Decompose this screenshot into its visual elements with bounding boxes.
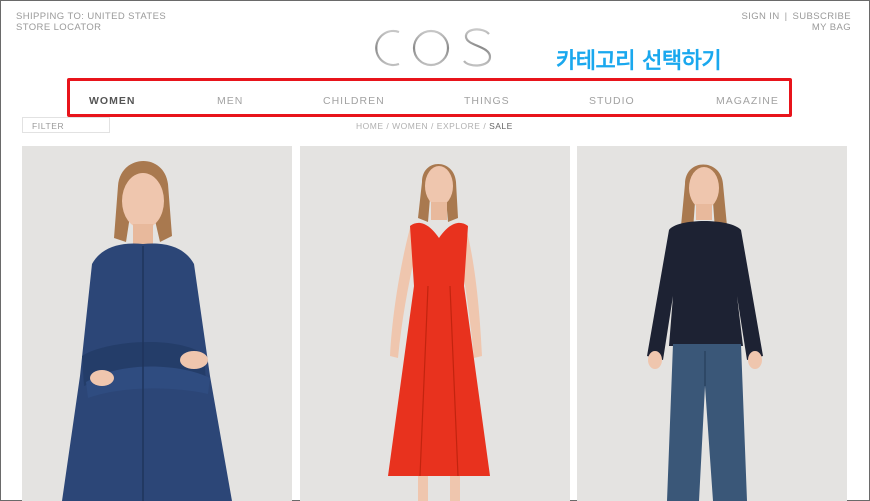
nav-item-studio[interactable]: STUDIO: [589, 95, 635, 107]
header-right: SIGN IN | SUBSCRIBE MY BAG: [741, 11, 851, 33]
breadcrumb: HOME / WOMEN / EXPLORE / SALE: [356, 121, 513, 131]
breadcrumb-explore[interactable]: EXPLORE: [437, 121, 481, 131]
nav-item-children[interactable]: CHILDREN: [323, 95, 385, 107]
filter-button[interactable]: FILTER: [22, 117, 110, 133]
product-card[interactable]: [300, 146, 570, 501]
cos-logo[interactable]: [365, 24, 495, 72]
breadcrumb-sale: SALE: [489, 121, 513, 131]
subscribe-link[interactable]: SUBSCRIBE: [792, 11, 851, 22]
shipping-link[interactable]: SHIPPING TO: UNITED STATES: [16, 11, 166, 22]
store-locator-link[interactable]: STORE LOCATOR: [16, 22, 166, 33]
header-separator: |: [784, 11, 788, 22]
breadcrumb-separator: /: [483, 121, 487, 131]
red-sleeveless-dress-model-image: [388, 164, 490, 501]
sign-in-link[interactable]: SIGN IN: [741, 11, 779, 22]
product-card[interactable]: [22, 146, 292, 501]
nav-item-women[interactable]: WOMEN: [89, 95, 135, 107]
breadcrumb-separator: /: [431, 121, 434, 131]
nav-item-men[interactable]: MEN: [217, 95, 243, 107]
my-bag-link[interactable]: MY BAG: [741, 22, 851, 33]
navy-sweater-jeans-model-image: [647, 164, 763, 501]
breadcrumb-home[interactable]: HOME: [356, 121, 384, 131]
nav-item-things[interactable]: THINGS: [464, 95, 510, 107]
category-nav: WOMEN MEN CHILDREN THINGS STUDIO MAGAZIN…: [67, 78, 792, 117]
breadcrumb-separator: /: [386, 121, 390, 131]
product-card[interactable]: [577, 146, 847, 501]
breadcrumb-women[interactable]: WOMEN: [392, 121, 428, 131]
navy-shirt-dress-model-image: [62, 160, 232, 501]
annotation-label: 카테고리 선택하기: [556, 49, 722, 74]
nav-item-magazine[interactable]: MAGAZINE: [716, 95, 779, 107]
header-left: SHIPPING TO: UNITED STATES STORE LOCATOR: [16, 11, 166, 33]
